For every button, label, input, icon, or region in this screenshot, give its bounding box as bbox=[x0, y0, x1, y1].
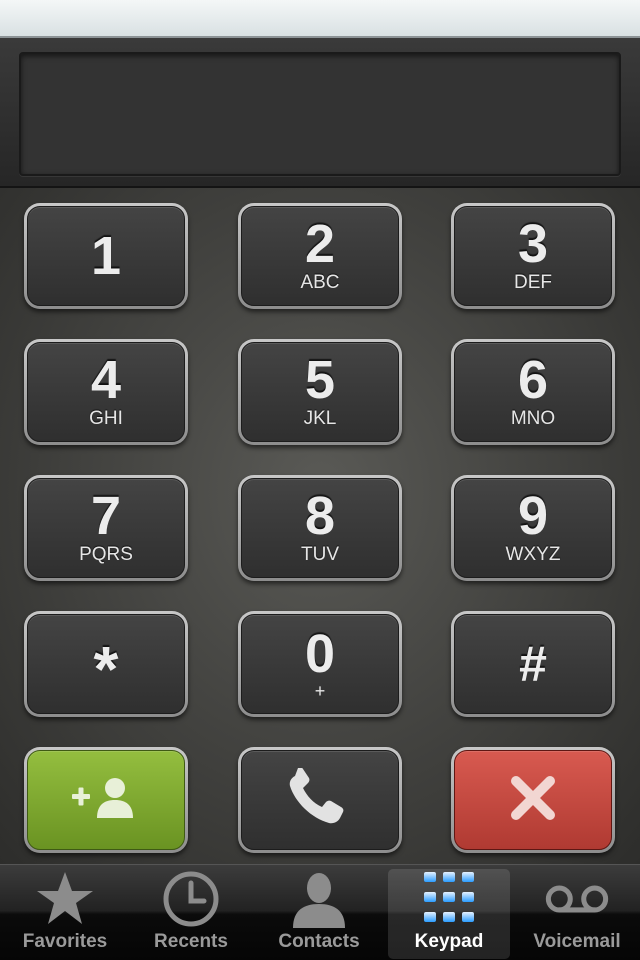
tab-voicemail[interactable]: Voicemail bbox=[516, 869, 638, 959]
delete-button[interactable] bbox=[451, 747, 615, 853]
keypad-icon bbox=[417, 869, 481, 929]
key-7[interactable]: 7 PQRS bbox=[24, 475, 188, 581]
call-button[interactable] bbox=[238, 747, 402, 853]
key-5[interactable]: 5 JKL bbox=[238, 339, 402, 445]
key-1[interactable]: 1 bbox=[24, 203, 188, 309]
key-letters: WXYZ bbox=[505, 544, 561, 565]
person-icon bbox=[287, 869, 351, 929]
key-letters: MNO bbox=[510, 408, 556, 429]
clock-icon bbox=[159, 869, 223, 929]
key-letters: GHI bbox=[89, 408, 123, 429]
key-9[interactable]: 9 WXYZ bbox=[451, 475, 615, 581]
tab-favorites[interactable]: Favorites bbox=[4, 869, 126, 959]
key-2[interactable]: 2 ABC bbox=[238, 203, 402, 309]
key-digit: * bbox=[93, 633, 119, 705]
voicemail-icon bbox=[545, 869, 609, 929]
tab-bar: Favorites Recents Contacts Keypad Voicem… bbox=[0, 864, 640, 960]
star-icon bbox=[33, 869, 97, 929]
add-contact-button[interactable] bbox=[24, 747, 188, 853]
tab-keypad[interactable]: Keypad bbox=[388, 869, 510, 959]
key-digit: 7 bbox=[90, 486, 122, 546]
status-bar bbox=[0, 0, 640, 38]
key-digit: 4 bbox=[90, 350, 122, 410]
tab-label: Keypad bbox=[414, 931, 484, 952]
key-digit: # bbox=[519, 636, 547, 692]
key-letters: TUV bbox=[301, 544, 339, 565]
keypad: 1 2 ABC 3 DEF 4 GHI 5 JKL 6 MNO 7 PQRS 8 TUV 9W… bbox=[0, 188, 640, 864]
key-letters: + bbox=[314, 681, 326, 701]
key-digit: 9 bbox=[517, 486, 549, 546]
tab-label: Contacts bbox=[278, 931, 360, 952]
key-letters: DEF bbox=[514, 272, 552, 293]
key-digit: 5 bbox=[304, 350, 336, 410]
add-contact-icon bbox=[68, 774, 144, 827]
phone-handset-icon bbox=[285, 766, 355, 833]
key-8[interactable]: 8 TUV bbox=[238, 475, 402, 581]
key-letters: PQRS bbox=[79, 544, 133, 565]
tab-label: Voicemail bbox=[533, 931, 621, 952]
key-hash[interactable]: # bbox=[451, 611, 615, 717]
key-digit: 8 bbox=[304, 486, 336, 546]
key-0[interactable]: 0 + bbox=[238, 611, 402, 717]
tab-label: Recents bbox=[154, 931, 228, 952]
tab-label: Favorites bbox=[22, 931, 108, 952]
number-display-area bbox=[0, 38, 640, 188]
key-6[interactable]: 6 MNO bbox=[451, 339, 615, 445]
key-star[interactable]: * bbox=[24, 611, 188, 717]
key-digit: 3 bbox=[517, 214, 549, 274]
tab-recents[interactable]: Recents bbox=[130, 869, 252, 959]
tab-contacts[interactable]: Contacts bbox=[258, 869, 380, 959]
key-letters: JKL bbox=[303, 408, 337, 429]
key-digit: 6 bbox=[517, 350, 549, 410]
key-digit: 2 bbox=[304, 214, 336, 274]
key-digit: 0 bbox=[304, 624, 336, 684]
key-3[interactable]: 3 DEF bbox=[451, 203, 615, 309]
key-4[interactable]: 4 GHI bbox=[24, 339, 188, 445]
key-digit: 1 bbox=[90, 226, 122, 286]
number-display bbox=[19, 52, 621, 176]
close-icon bbox=[508, 773, 558, 828]
key-letters: ABC bbox=[300, 272, 340, 293]
